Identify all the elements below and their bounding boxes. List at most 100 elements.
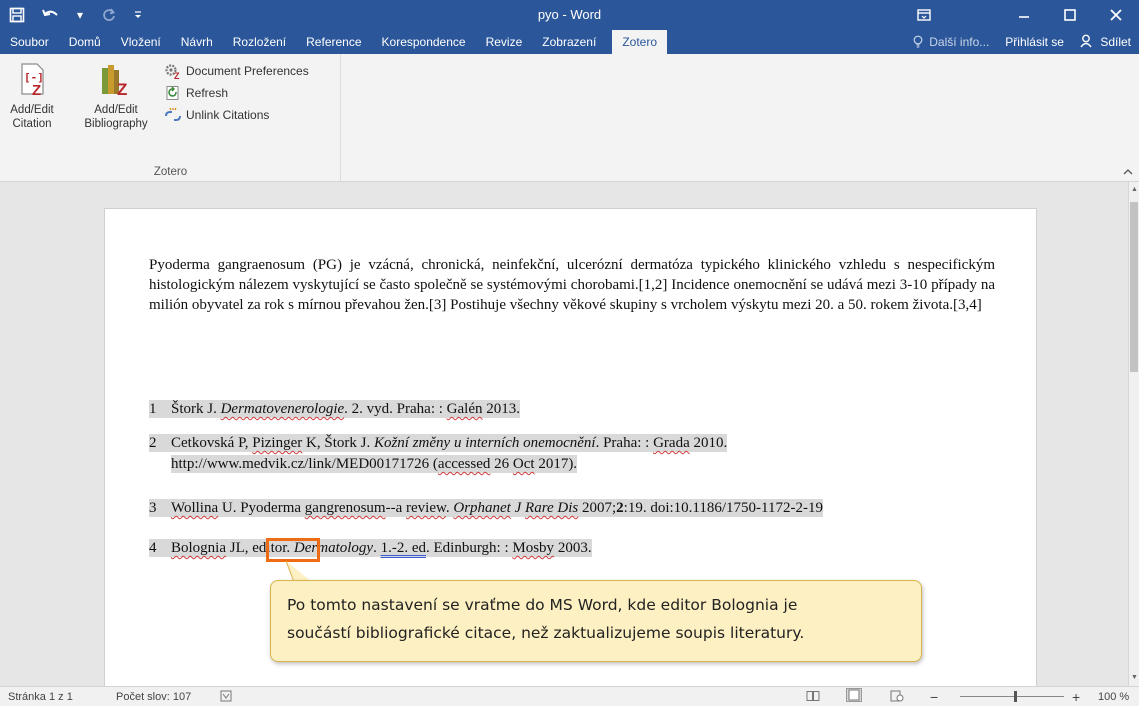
- read-mode-icon[interactable]: [806, 687, 820, 706]
- person-icon: [1080, 34, 1100, 49]
- reference-text: accessed: [437, 456, 491, 472]
- reference-text: . 2. vyd. Praha: :: [344, 401, 447, 417]
- zoom-out-icon[interactable]: −: [930, 687, 938, 706]
- reference-text: --a: [385, 500, 407, 516]
- reference-text: . Edinburgh: :: [425, 540, 513, 556]
- collapse-ribbon-icon[interactable]: [1123, 165, 1133, 179]
- reference-2: 2 Cetkovská P, Pizinger K, Štork J. Kožní…: [149, 433, 728, 475]
- vertical-scrollbar[interactable]: ▲ ▼: [1128, 182, 1139, 686]
- refresh-label: Refresh: [186, 86, 229, 100]
- tab-zobrazeni[interactable]: Zobrazení: [532, 30, 606, 54]
- proofing-icon[interactable]: [220, 687, 234, 706]
- redo-icon[interactable]: [92, 0, 126, 30]
- preferences-gear-icon: Z: [164, 62, 182, 80]
- reference-text: 2010.: [689, 435, 728, 451]
- tab-zotero[interactable]: Zotero: [612, 30, 667, 54]
- close-icon[interactable]: [1093, 0, 1139, 30]
- reference-publisher: Grada: [653, 435, 690, 451]
- callout-line-1: Po tomto nastavení se vraťme do MS Word,…: [287, 596, 798, 614]
- scrollbar-thumb[interactable]: [1130, 202, 1138, 372]
- reference-3: 3 Wollina U. Pyoderma gangrenosum--a revi…: [149, 498, 823, 519]
- reference-text: U. Pyoderma: [218, 500, 305, 516]
- save-icon[interactable]: [0, 0, 34, 30]
- add-bibliography-label-2: Bibliography: [84, 118, 148, 130]
- tab-revize[interactable]: Revize: [476, 30, 533, 54]
- reference-number: 2: [149, 435, 157, 451]
- ribbon-tabs: Soubor Domů Vložení Návrh Rozložení Refe…: [0, 30, 1139, 54]
- add-edit-bibliography-button[interactable]: Z Add/Edit Bibliography: [74, 60, 158, 131]
- tabs-right: Další info... Přihlásit se Sdílet: [905, 30, 1139, 54]
- tab-rozlozeni[interactable]: Rozložení: [223, 30, 296, 54]
- reference-text: . Praha: :: [595, 435, 654, 451]
- print-layout-icon[interactable]: [846, 687, 862, 706]
- add-edit-citation-button[interactable]: [-] Z Add/Edit Citation: [2, 60, 62, 131]
- tab-soubor[interactable]: Soubor: [0, 30, 59, 54]
- reference-text: .: [373, 540, 381, 556]
- undo-icon[interactable]: [34, 0, 68, 30]
- refresh-icon: [164, 84, 182, 102]
- zoom-level[interactable]: 100 %: [1098, 687, 1129, 706]
- page-count[interactable]: Stránka 1 z 1: [8, 687, 73, 706]
- annotation-callout: Po tomto nastavení se vraťme do MS Word,…: [270, 580, 922, 662]
- maximize-icon[interactable]: [1047, 0, 1093, 30]
- add-citation-label-1: Add/Edit: [10, 104, 54, 116]
- undo-dropdown-icon[interactable]: ▾: [68, 0, 92, 30]
- reference-author: Pizinger: [252, 435, 303, 451]
- scroll-up-icon[interactable]: ▲: [1129, 184, 1139, 196]
- svg-text:Z: Z: [174, 71, 180, 79]
- window-controls: [901, 0, 1139, 30]
- tab-reference[interactable]: Reference: [296, 30, 371, 54]
- unlink-citations-label: Unlink Citations: [186, 108, 270, 122]
- reference-publisher: Galén: [446, 401, 483, 417]
- ribbon: [-] Z Add/Edit Citation Z Add/Edit Biblio…: [0, 54, 1139, 182]
- reference-publisher: Mosby: [512, 540, 555, 556]
- reference-number: 4: [149, 540, 157, 556]
- reference-number: 1: [149, 401, 157, 417]
- share-button[interactable]: Sdílet: [1072, 30, 1139, 54]
- scroll-down-icon[interactable]: ▼: [1129, 672, 1139, 684]
- callout-line-2: součástí bibliografické citace, než zakt…: [287, 624, 805, 642]
- tab-korespondence[interactable]: Korespondence: [372, 30, 476, 54]
- zoom-slider[interactable]: [960, 696, 1064, 697]
- unlink-citations-button[interactable]: Unlink Citations: [164, 104, 309, 126]
- status-bar: Stránka 1 z 1 Počet slov: 107 − + 100 %: [0, 686, 1139, 706]
- document-preferences-button[interactable]: Z Document Preferences: [164, 60, 309, 82]
- reference-text: Cetkovská P,: [171, 435, 253, 451]
- ribbon-display-options-icon[interactable]: [901, 0, 947, 30]
- editor-highlight-box: [266, 538, 320, 562]
- zoom-slider-thumb[interactable]: [1014, 691, 1017, 702]
- tell-me-label: Další info...: [929, 35, 990, 49]
- tab-navrh[interactable]: Návrh: [171, 30, 223, 54]
- word-count[interactable]: Počet slov: 107: [116, 687, 191, 706]
- refresh-button[interactable]: Refresh: [164, 82, 309, 104]
- zoom-in-icon[interactable]: +: [1072, 687, 1080, 706]
- customize-qat-icon[interactable]: [126, 0, 150, 30]
- reference-journal: Orphanet: [453, 500, 511, 516]
- tab-domu[interactable]: Domů: [59, 30, 111, 54]
- reference-edition: 1.-2. ed: [380, 540, 426, 556]
- reference-author: Bolognia: [171, 540, 226, 556]
- tab-vlozeni[interactable]: Vložení: [111, 30, 171, 54]
- reference-journal: J: [510, 500, 526, 516]
- reference-volume: 2: [616, 500, 624, 516]
- zotero-small-buttons: Z Document Preferences Refresh Unlink Ci…: [164, 60, 309, 126]
- reference-text: review: [406, 500, 446, 516]
- signin-link[interactable]: Přihlásit se: [997, 30, 1072, 54]
- reference-title: Dermatovenerologie: [220, 401, 345, 417]
- body-paragraph: Pyoderma gangraenosum (PG) je vzácná, ch…: [149, 257, 995, 313]
- minimize-icon[interactable]: [1001, 0, 1047, 30]
- reference-journal: Rare Dis: [525, 500, 579, 516]
- reference-4: 4 Bolognia JL, editor. Dermatology. 1.-2.…: [149, 538, 592, 559]
- reference-text: 2003.: [554, 540, 592, 556]
- reference-text: 26: [490, 456, 513, 472]
- unlink-icon: [164, 106, 182, 124]
- reference-title: Kožní změny u interních onemocnění: [373, 435, 596, 451]
- reference-text: JL,: [226, 540, 253, 556]
- web-layout-icon[interactable]: [890, 687, 904, 706]
- tell-me-button[interactable]: Další info...: [905, 30, 997, 54]
- reference-text: 2013.: [482, 401, 520, 417]
- quick-access-toolbar: ▾: [0, 0, 150, 30]
- add-citation-label-2: Citation: [12, 118, 52, 130]
- reference-1: 1 Štork J. Dermatovenerologie. 2. vyd. Pr…: [149, 399, 520, 420]
- document-preferences-label: Document Preferences: [186, 64, 309, 78]
